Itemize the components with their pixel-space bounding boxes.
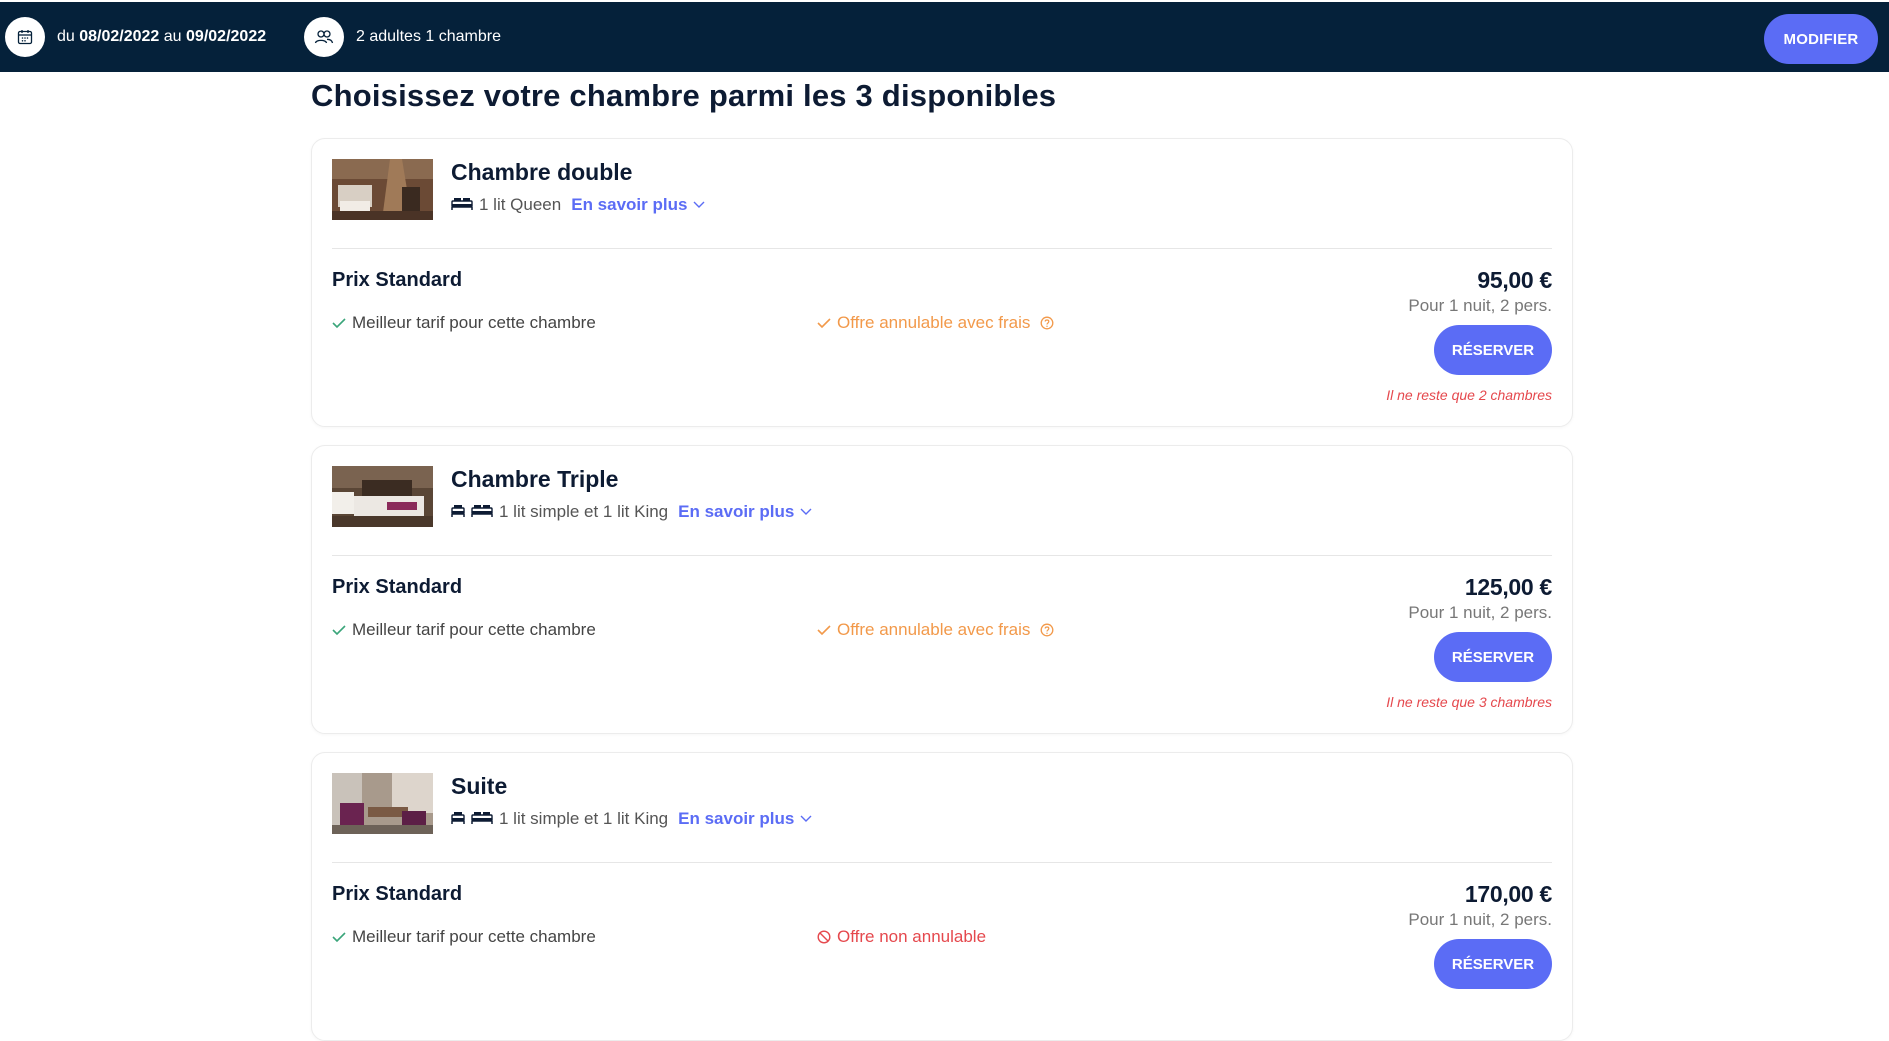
double-bed-icon [471,502,493,522]
date-from: 08/02/2022 [79,28,160,45]
users-icon [304,17,344,57]
room-photo[interactable] [332,773,433,834]
guests-text: 2 adultes 1 chambre [356,28,501,45]
learn-more-link[interactable]: En savoir plus [678,502,812,522]
room-card-double: Chambre double 1 lit Queen En savoir plu… [311,138,1573,427]
learn-more-link[interactable]: En savoir plus [571,195,705,215]
non-refundable-feature: Offre non annulable [817,927,986,947]
rate-name: Prix Standard [332,269,463,291]
guests-summary[interactable]: 2 adultes 1 chambre [304,17,501,57]
room-photo[interactable] [332,159,433,220]
price: 125,00 € [1464,574,1552,600]
price-subtext: Pour 1 nuit, 2 pers. [1408,296,1552,315]
cancellation-feature: Offre annulable avec frais [817,620,1060,640]
price-block: 125,00 € Pour 1 nuit, 2 pers. [1408,574,1552,623]
best-rate-feature: Meilleur tarif pour cette chambre [332,927,596,947]
price-block: 170,00 € Pour 1 nuit, 2 pers. [1408,881,1552,930]
chevron-down-icon [693,201,705,208]
check-icon [817,625,831,636]
room-photo[interactable] [332,466,433,527]
reserve-button[interactable]: RÉSERVER [1434,939,1552,989]
modify-button[interactable]: MODIFIER [1764,14,1878,64]
beds-text: 1 lit simple et 1 lit King [499,809,669,828]
dates-summary[interactable]: du 08/02/2022 au 09/02/2022 [5,17,266,57]
beds-text: 1 lit Queen [479,195,562,214]
rate-name: Prix Standard [332,883,463,905]
forbidden-icon [817,930,831,944]
room-name: Chambre double [451,159,633,185]
calendar-icon [5,17,45,57]
check-icon [332,625,346,636]
price-subtext: Pour 1 nuit, 2 pers. [1408,603,1552,622]
search-summary-bar: du 08/02/2022 au 09/02/2022 2 adultes 1 … [0,2,1889,72]
date-to: 09/02/2022 [186,28,267,45]
rate-name: Prix Standard [332,576,463,598]
single-bed-icon [451,809,465,829]
room-card-triple: Chambre Triple 1 lit simple et 1 lit Kin… [311,445,1573,734]
check-icon [332,318,346,329]
beds-text: 1 lit simple et 1 lit King [499,502,669,521]
divider [332,248,1552,249]
check-icon [817,318,831,329]
learn-more-link[interactable]: En savoir plus [678,809,812,829]
price: 170,00 € [1464,881,1552,907]
room-name: Chambre Triple [451,466,619,492]
rooms-remaining-notice: Il ne reste que 2 chambres [1386,387,1552,403]
room-beds: 1 lit simple et 1 lit King En savoir plu… [451,809,812,829]
best-rate-feature: Meilleur tarif pour cette chambre [332,313,596,333]
price: 95,00 € [1477,267,1552,293]
question-circle-icon[interactable] [1040,316,1054,330]
room-beds: 1 lit Queen En savoir plus [451,195,705,215]
reserve-button[interactable]: RÉSERVER [1434,632,1552,682]
divider [332,862,1552,863]
check-icon [332,932,346,943]
room-name: Suite [451,773,508,799]
dates-text: du 08/02/2022 au 09/02/2022 [57,28,267,45]
divider [332,555,1552,556]
page-title: Choisissez votre chambre parmi les 3 dis… [311,78,1057,113]
reserve-button[interactable]: RÉSERVER [1434,325,1552,375]
single-bed-icon [451,502,465,522]
best-rate-feature: Meilleur tarif pour cette chambre [332,620,596,640]
room-card-suite: Suite 1 lit simple et 1 lit King En savo… [311,752,1573,1041]
chevron-down-icon [800,815,812,822]
rooms-remaining-notice: Il ne reste que 3 chambres [1386,694,1552,710]
price-block: 95,00 € Pour 1 nuit, 2 pers. [1408,267,1552,316]
price-subtext: Pour 1 nuit, 2 pers. [1408,910,1552,929]
double-bed-icon [471,809,493,829]
question-circle-icon[interactable] [1040,623,1054,637]
cancellation-feature: Offre annulable avec frais [817,313,1060,333]
room-beds: 1 lit simple et 1 lit King En savoir plu… [451,502,812,522]
chevron-down-icon [800,508,812,515]
double-bed-icon [451,195,473,215]
